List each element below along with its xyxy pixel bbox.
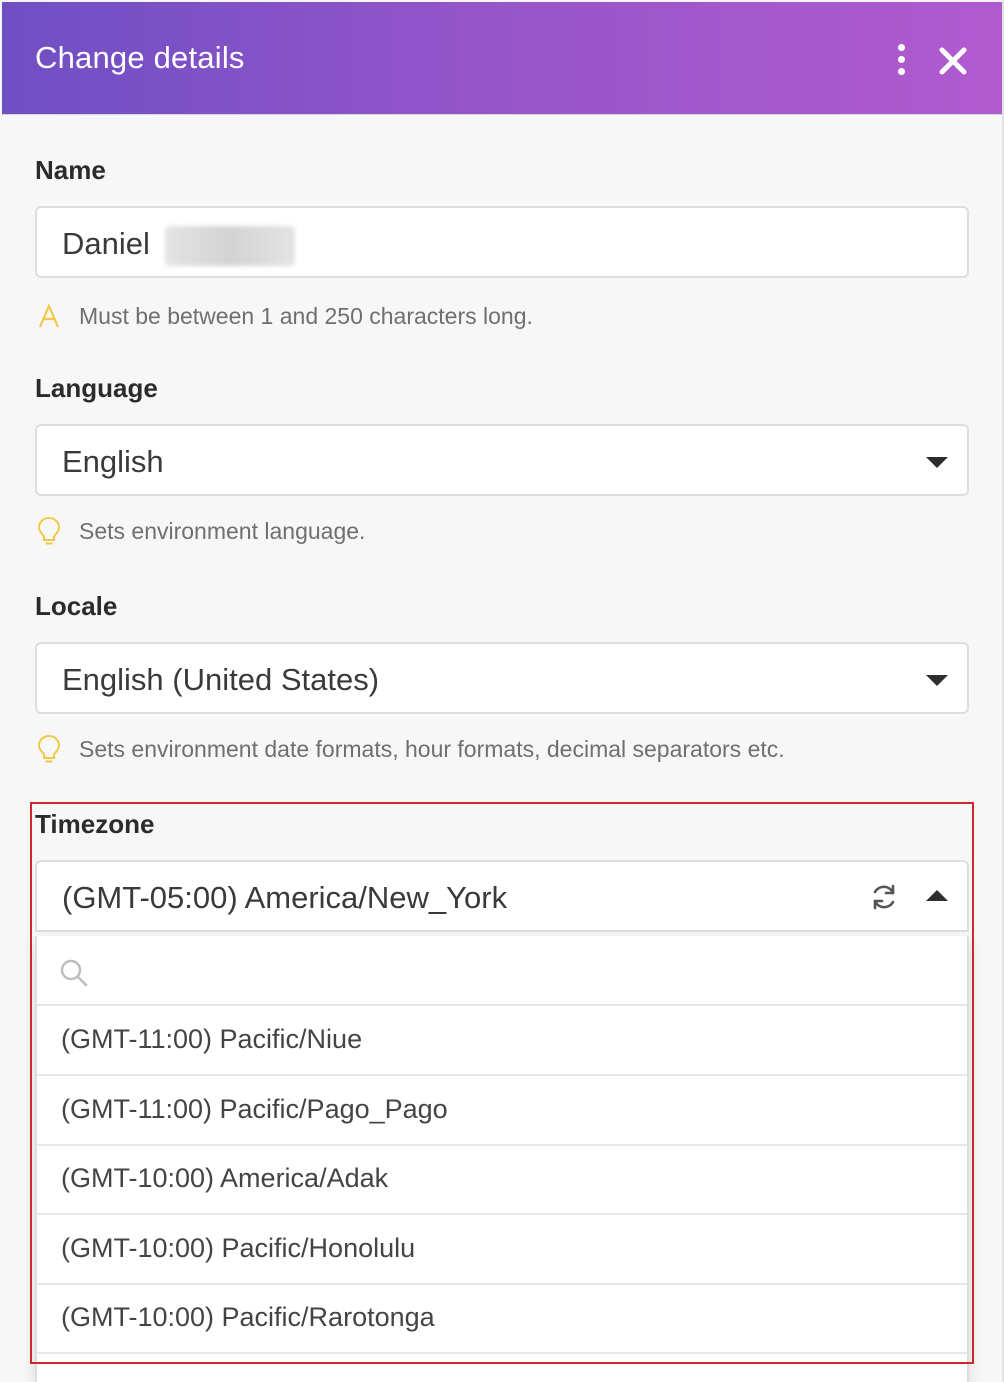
locale-label: Locale xyxy=(35,591,118,621)
dialog-header: Change details xyxy=(2,2,1002,115)
chevron-down-icon xyxy=(926,457,948,468)
lightbulb-icon xyxy=(35,733,63,767)
language-select[interactable]: English xyxy=(35,424,969,496)
locale-hint-text: Sets environment date formats, hour form… xyxy=(79,736,785,762)
name-hint-text: Must be between 1 and 250 characters lon… xyxy=(79,303,533,329)
kebab-icon[interactable] xyxy=(890,42,914,76)
language-value: English xyxy=(62,444,164,479)
name-value: Daniel xyxy=(62,226,150,261)
dialog-title: Change details xyxy=(35,40,245,75)
locale-value: English (United States) xyxy=(62,662,380,697)
name-field[interactable]: Daniel xyxy=(35,206,969,278)
name-label: Name xyxy=(35,155,106,185)
lightbulb-icon xyxy=(35,515,63,549)
timezone-highlight-box xyxy=(30,802,974,1364)
redacted-surname xyxy=(165,226,295,266)
chevron-down-icon xyxy=(926,675,948,686)
language-label: Language xyxy=(35,373,158,403)
language-hint-text: Sets environment language. xyxy=(79,518,366,544)
locale-select[interactable]: English (United States) xyxy=(35,642,969,714)
warning-a-icon xyxy=(35,300,63,334)
close-icon[interactable] xyxy=(936,44,970,78)
